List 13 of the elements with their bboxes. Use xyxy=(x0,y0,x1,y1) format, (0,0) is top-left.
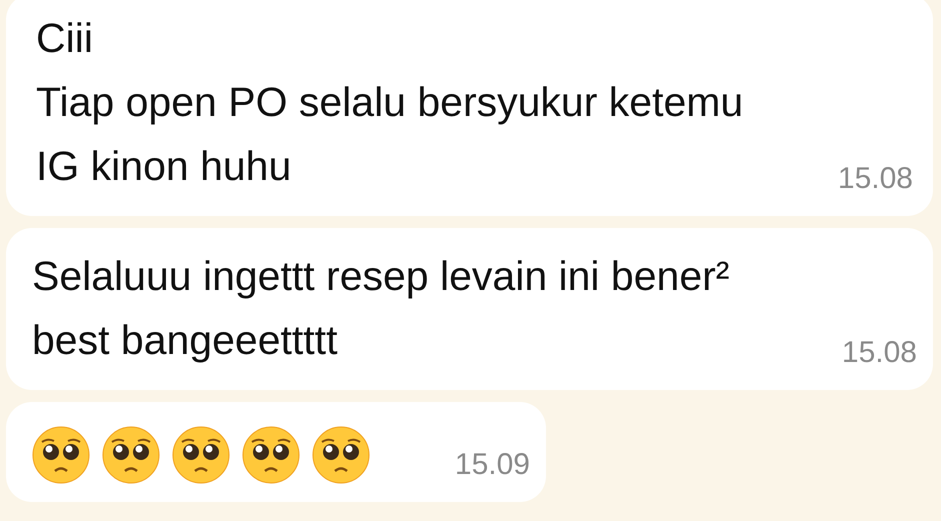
pleading-face-icon xyxy=(32,426,90,484)
message-text: Tiap open PO selalu bersyukur ketemu xyxy=(36,78,744,127)
message-text: Ciii xyxy=(36,14,94,63)
message-text: IG kinon huhu xyxy=(36,142,292,191)
pleading-face-icon xyxy=(102,426,160,484)
pleading-face-icon xyxy=(172,426,230,484)
message-time: 15.09 xyxy=(454,448,530,482)
message-time: 15.08 xyxy=(842,336,917,370)
message-text: best bangeeettttt xyxy=(32,316,338,365)
pleading-face-icon xyxy=(312,426,370,484)
message-time: 15.08 xyxy=(838,162,913,196)
message-text: Selaluuu ingettt resep levain ini bener² xyxy=(32,252,730,301)
pleading-face-icon xyxy=(242,426,300,484)
